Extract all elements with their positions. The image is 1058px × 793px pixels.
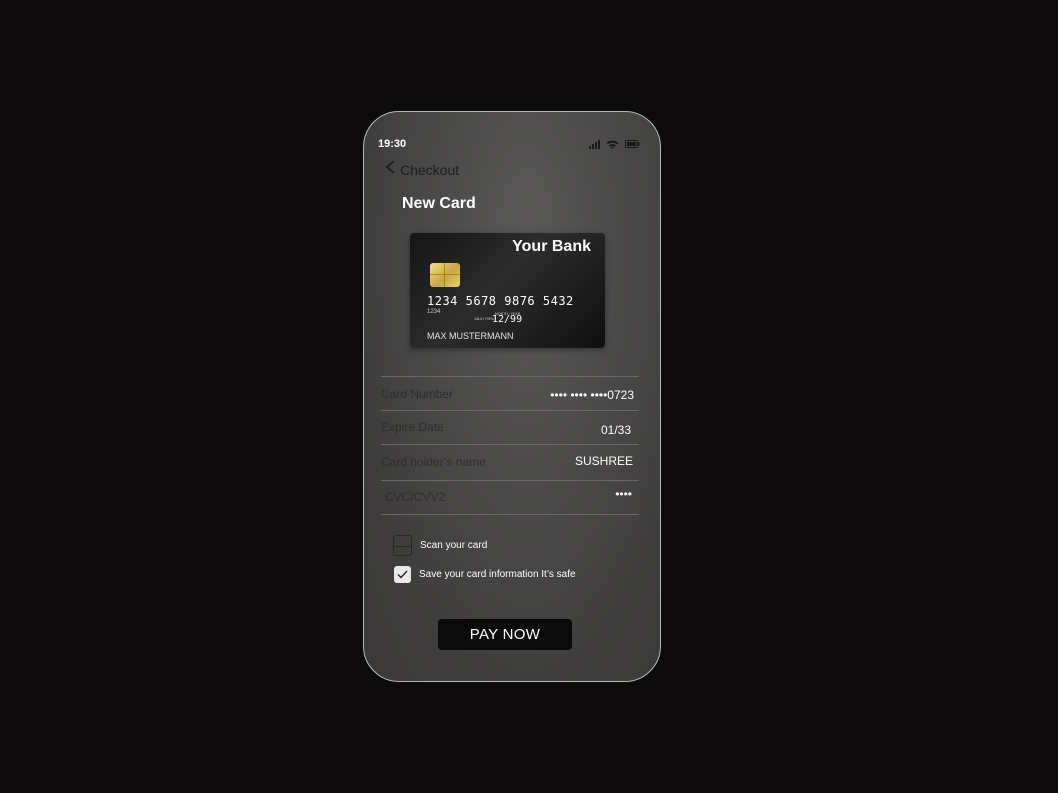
battery-icon [625, 140, 640, 148]
cvc-value[interactable]: •••• [615, 487, 632, 501]
card-expiry-display: 12/99 [492, 314, 523, 325]
signal-icon [589, 139, 600, 149]
card-small-digits: 1234 [427, 309, 441, 315]
card-holder-label: Card holder’s name [381, 455, 486, 469]
save-card-label: Save your card information It’s safe [419, 569, 576, 580]
card-number-field[interactable]: Card Number •••• •••• ••••0723 [381, 376, 639, 410]
status-time: 19:30 [378, 138, 407, 150]
expire-date-value[interactable]: 01/33 [601, 423, 631, 437]
card-holder-display: MAX MUSTERMANN [427, 331, 514, 341]
status-icons [589, 139, 640, 149]
card-holder-field[interactable]: Card holder’s name SUSHREE [381, 444, 639, 480]
scan-card-label: Scan your card [420, 540, 488, 551]
cvc-field[interactable]: CVC/CVV2 •••• [381, 480, 639, 515]
page-title: New Card [402, 195, 476, 212]
card-holder-value[interactable]: SUSHREE [575, 454, 633, 468]
credit-card-preview: Your Bank 1234 5678 9876 5432 1234 MONTH… [410, 233, 605, 348]
card-bank-name: Your Bank [512, 238, 591, 255]
card-number-display: 1234 5678 9876 5432 [427, 294, 574, 308]
scan-card-checkbox[interactable] [393, 535, 412, 556]
card-number-label: Card Number [381, 387, 454, 401]
chevron-left-icon [384, 160, 396, 179]
expire-date-label: Expire Date [381, 420, 444, 434]
card-number-value[interactable]: •••• •••• ••••0723 [550, 388, 634, 402]
chip-icon [430, 263, 460, 287]
status-bar: 19:30 [378, 137, 640, 151]
checkmark-icon [397, 570, 408, 579]
phone-frame: 19:30 Checkout New Card Your Bank 1234 5… [363, 111, 661, 682]
back-label: Checkout [400, 161, 460, 178]
expire-date-field[interactable]: Expire Date 01/33 [381, 410, 639, 444]
back-button[interactable]: Checkout [384, 160, 459, 179]
wifi-icon [606, 140, 619, 149]
pay-now-button[interactable]: PAY NOW [438, 619, 572, 650]
save-card-option[interactable]: Save your card information It’s safe [393, 566, 576, 583]
cvc-label: CVC/CVV2 [385, 490, 446, 504]
card-form: Card Number •••• •••• ••••0723 Expire Da… [381, 376, 639, 515]
save-card-checkbox[interactable] [394, 566, 411, 583]
scan-card-option[interactable]: Scan your card [393, 535, 487, 556]
